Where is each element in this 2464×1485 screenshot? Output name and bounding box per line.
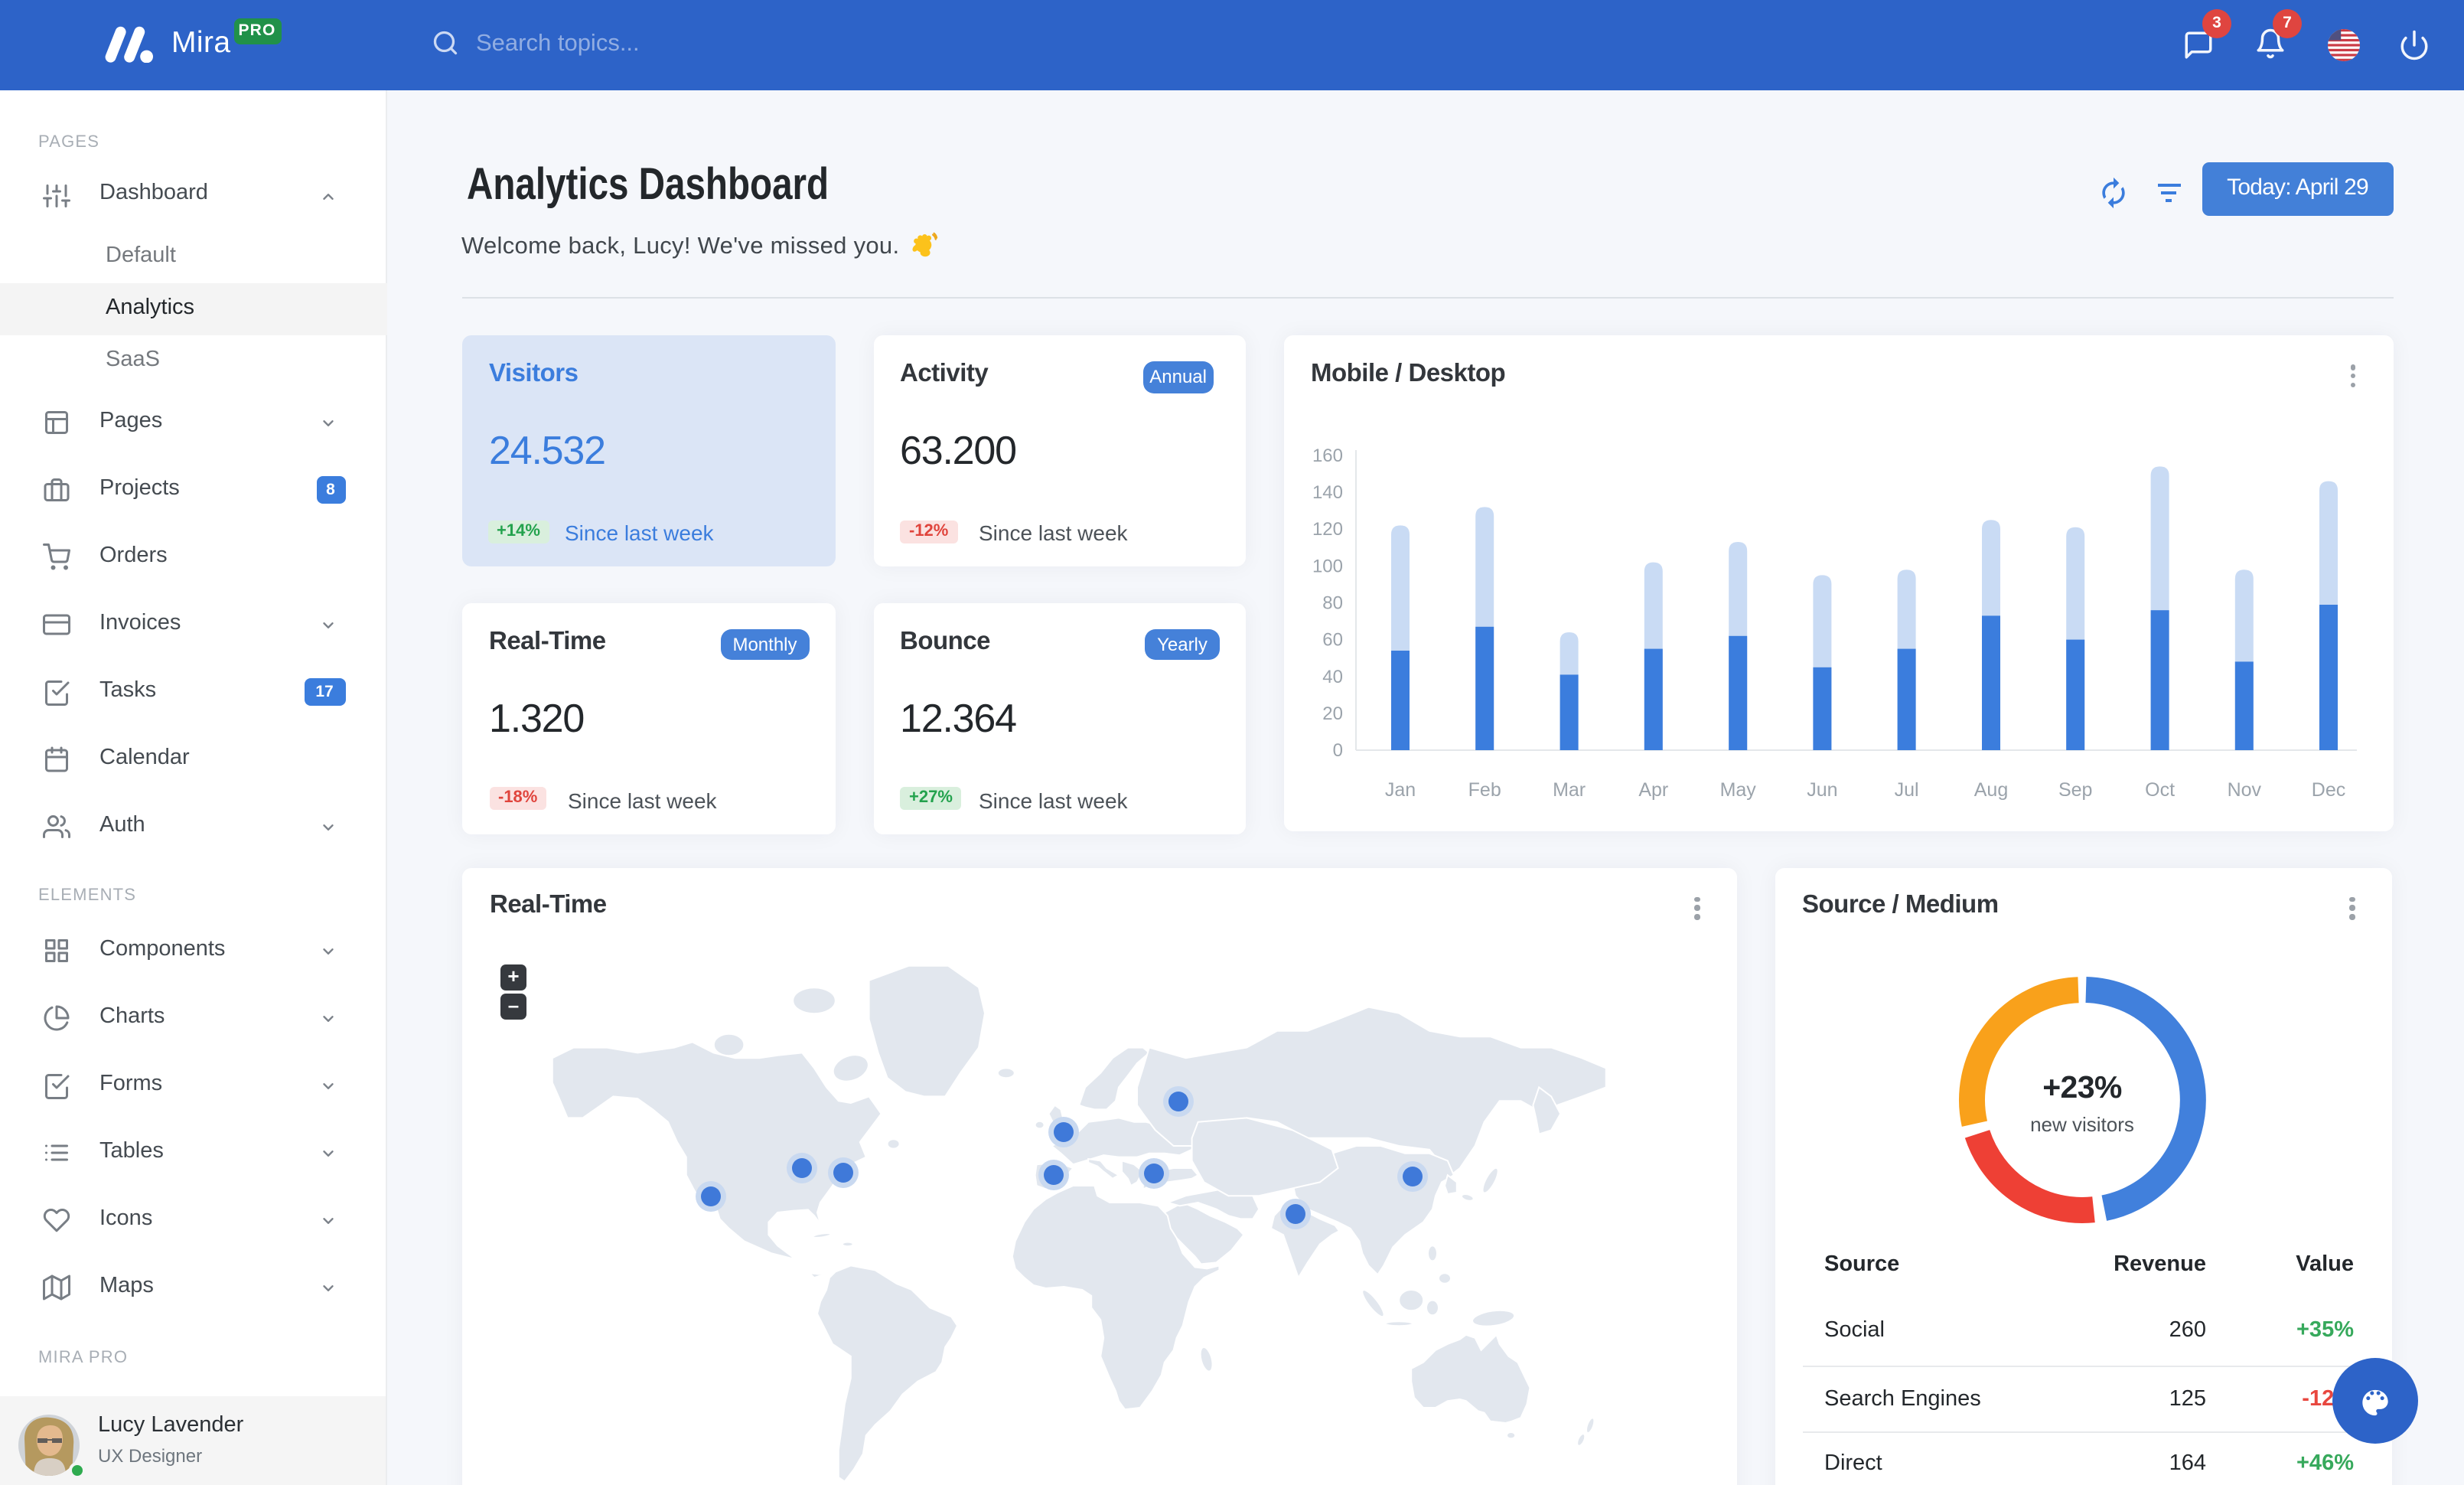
svg-text:160: 160 <box>1312 445 1343 466</box>
svg-text:Oct: Oct <box>2145 779 2175 801</box>
svg-text:80: 80 <box>1322 593 1343 614</box>
svg-text:Dec: Dec <box>2312 779 2345 801</box>
svg-text:Jun: Jun <box>1807 779 1837 801</box>
svg-text:Mar: Mar <box>1553 779 1586 801</box>
svg-text:40: 40 <box>1322 667 1343 687</box>
svg-text:Feb: Feb <box>1468 779 1501 801</box>
svg-text:0: 0 <box>1333 740 1343 761</box>
svg-text:Jan: Jan <box>1385 779 1416 801</box>
svg-text:Aug: Aug <box>1974 779 2008 801</box>
svg-text:60: 60 <box>1322 630 1343 651</box>
svg-text:May: May <box>1720 779 1757 801</box>
svg-text:140: 140 <box>1312 482 1343 503</box>
svg-text:100: 100 <box>1312 556 1343 576</box>
svg-text:Jul: Jul <box>1895 779 1919 801</box>
svg-text:Nov: Nov <box>2228 779 2262 801</box>
svg-text:Sep: Sep <box>2058 779 2092 801</box>
svg-text:20: 20 <box>1322 703 1343 724</box>
svg-text:120: 120 <box>1312 519 1343 540</box>
svg-text:Apr: Apr <box>1638 779 1668 801</box>
